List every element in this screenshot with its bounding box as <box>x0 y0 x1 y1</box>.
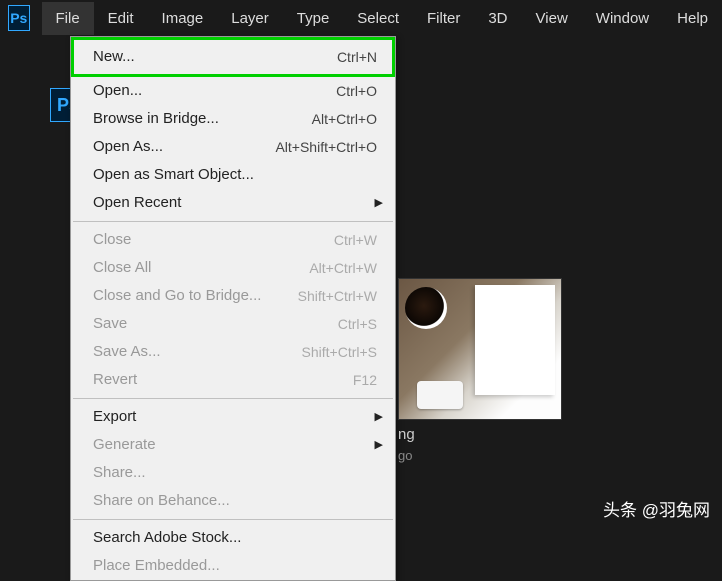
menu-label: Close and Go to Bridge... <box>93 285 261 307</box>
thumbnail-phone-shape <box>417 381 463 409</box>
menu-filter[interactable]: Filter <box>413 2 474 35</box>
menu-label: Place Embedded... <box>93 555 220 577</box>
watermark: 头条 @羽兔网 <box>603 496 710 521</box>
menu-edit[interactable]: Edit <box>94 2 148 35</box>
menu-layer[interactable]: Layer <box>217 2 283 35</box>
menu-label: Save As... <box>93 341 161 363</box>
menu-3d[interactable]: 3D <box>474 2 521 35</box>
menu-label: Save <box>93 313 127 335</box>
menu-save: Save Ctrl+S <box>71 310 395 338</box>
menu-open-as[interactable]: Open As... Alt+Shift+Ctrl+O <box>71 133 395 161</box>
menu-shortcut: Ctrl+S <box>338 313 377 335</box>
menu-type[interactable]: Type <box>283 2 344 35</box>
menu-label: Generate <box>93 434 156 456</box>
recent-file-thumbnail[interactable] <box>398 278 562 420</box>
watermark-text: 头条 @羽兔网 <box>603 496 710 521</box>
menu-shortcut: Ctrl+W <box>334 229 377 251</box>
menu-label: New... <box>93 46 135 68</box>
menubar: Ps File Edit Image Layer Type Select Fil… <box>0 0 722 36</box>
menu-open-smart-object[interactable]: Open as Smart Object... <box>71 161 395 189</box>
chevron-right-icon: ▶ <box>375 192 383 214</box>
menu-select[interactable]: Select <box>343 2 413 35</box>
menu-export[interactable]: Export ▶ <box>71 403 395 431</box>
menu-new[interactable]: New... Ctrl+N <box>71 37 395 77</box>
chevron-right-icon: ▶ <box>375 434 383 456</box>
menu-label: Open as Smart Object... <box>93 164 254 186</box>
menu-shortcut: Alt+Ctrl+O <box>312 108 377 130</box>
menu-label: Share on Behance... <box>93 490 230 512</box>
menu-shortcut: Alt+Ctrl+W <box>309 257 377 279</box>
chevron-right-icon: ▶ <box>375 406 383 428</box>
photoshop-logo-icon: Ps <box>8 5 30 31</box>
menu-open[interactable]: Open... Ctrl+O <box>71 77 395 105</box>
menu-label: Open Recent <box>93 192 181 214</box>
menu-place-embedded: Place Embedded... <box>71 552 395 580</box>
menu-window[interactable]: Window <box>582 2 663 35</box>
menu-label: Export <box>93 406 136 428</box>
menu-share-behance: Share on Behance... <box>71 487 395 515</box>
menu-generate: Generate ▶ <box>71 431 395 459</box>
menu-label: Revert <box>93 369 137 391</box>
menu-label: Open As... <box>93 136 163 158</box>
menu-image[interactable]: Image <box>148 2 218 35</box>
menu-separator <box>73 221 393 222</box>
menu-label: Close All <box>93 257 151 279</box>
menu-label: Browse in Bridge... <box>93 108 219 130</box>
thumbnail-title: ng <box>398 426 415 443</box>
menu-label: Share... <box>93 462 146 484</box>
thumbnail-time: go <box>398 448 412 463</box>
menu-close-all: Close All Alt+Ctrl+W <box>71 254 395 282</box>
menu-close-goto-bridge: Close and Go to Bridge... Shift+Ctrl+W <box>71 282 395 310</box>
menu-shortcut: Shift+Ctrl+S <box>302 341 377 363</box>
menu-search-adobe-stock[interactable]: Search Adobe Stock... <box>71 524 395 552</box>
menu-shortcut: Alt+Shift+Ctrl+O <box>275 136 377 158</box>
menu-open-recent[interactable]: Open Recent ▶ <box>71 189 395 217</box>
menu-revert: Revert F12 <box>71 366 395 394</box>
menu-label: Open... <box>93 80 142 102</box>
menu-view[interactable]: View <box>522 2 582 35</box>
menu-separator <box>73 398 393 399</box>
menu-save-as: Save As... Shift+Ctrl+S <box>71 338 395 366</box>
menu-close: Close Ctrl+W <box>71 226 395 254</box>
menu-shortcut: Ctrl+O <box>336 80 377 102</box>
menu-separator <box>73 519 393 520</box>
menu-shortcut: Ctrl+N <box>337 46 377 68</box>
menu-file[interactable]: File <box>42 2 94 35</box>
menu-shortcut: F12 <box>353 369 377 391</box>
menu-shortcut: Shift+Ctrl+W <box>298 285 377 307</box>
menu-label: Search Adobe Stock... <box>93 527 241 549</box>
menu-help[interactable]: Help <box>663 2 722 35</box>
menu-share: Share... <box>71 459 395 487</box>
menu-browse-in-bridge[interactable]: Browse in Bridge... Alt+Ctrl+O <box>71 105 395 133</box>
file-menu-dropdown: New... Ctrl+N Open... Ctrl+O Browse in B… <box>70 36 396 581</box>
menu-label: Close <box>93 229 131 251</box>
